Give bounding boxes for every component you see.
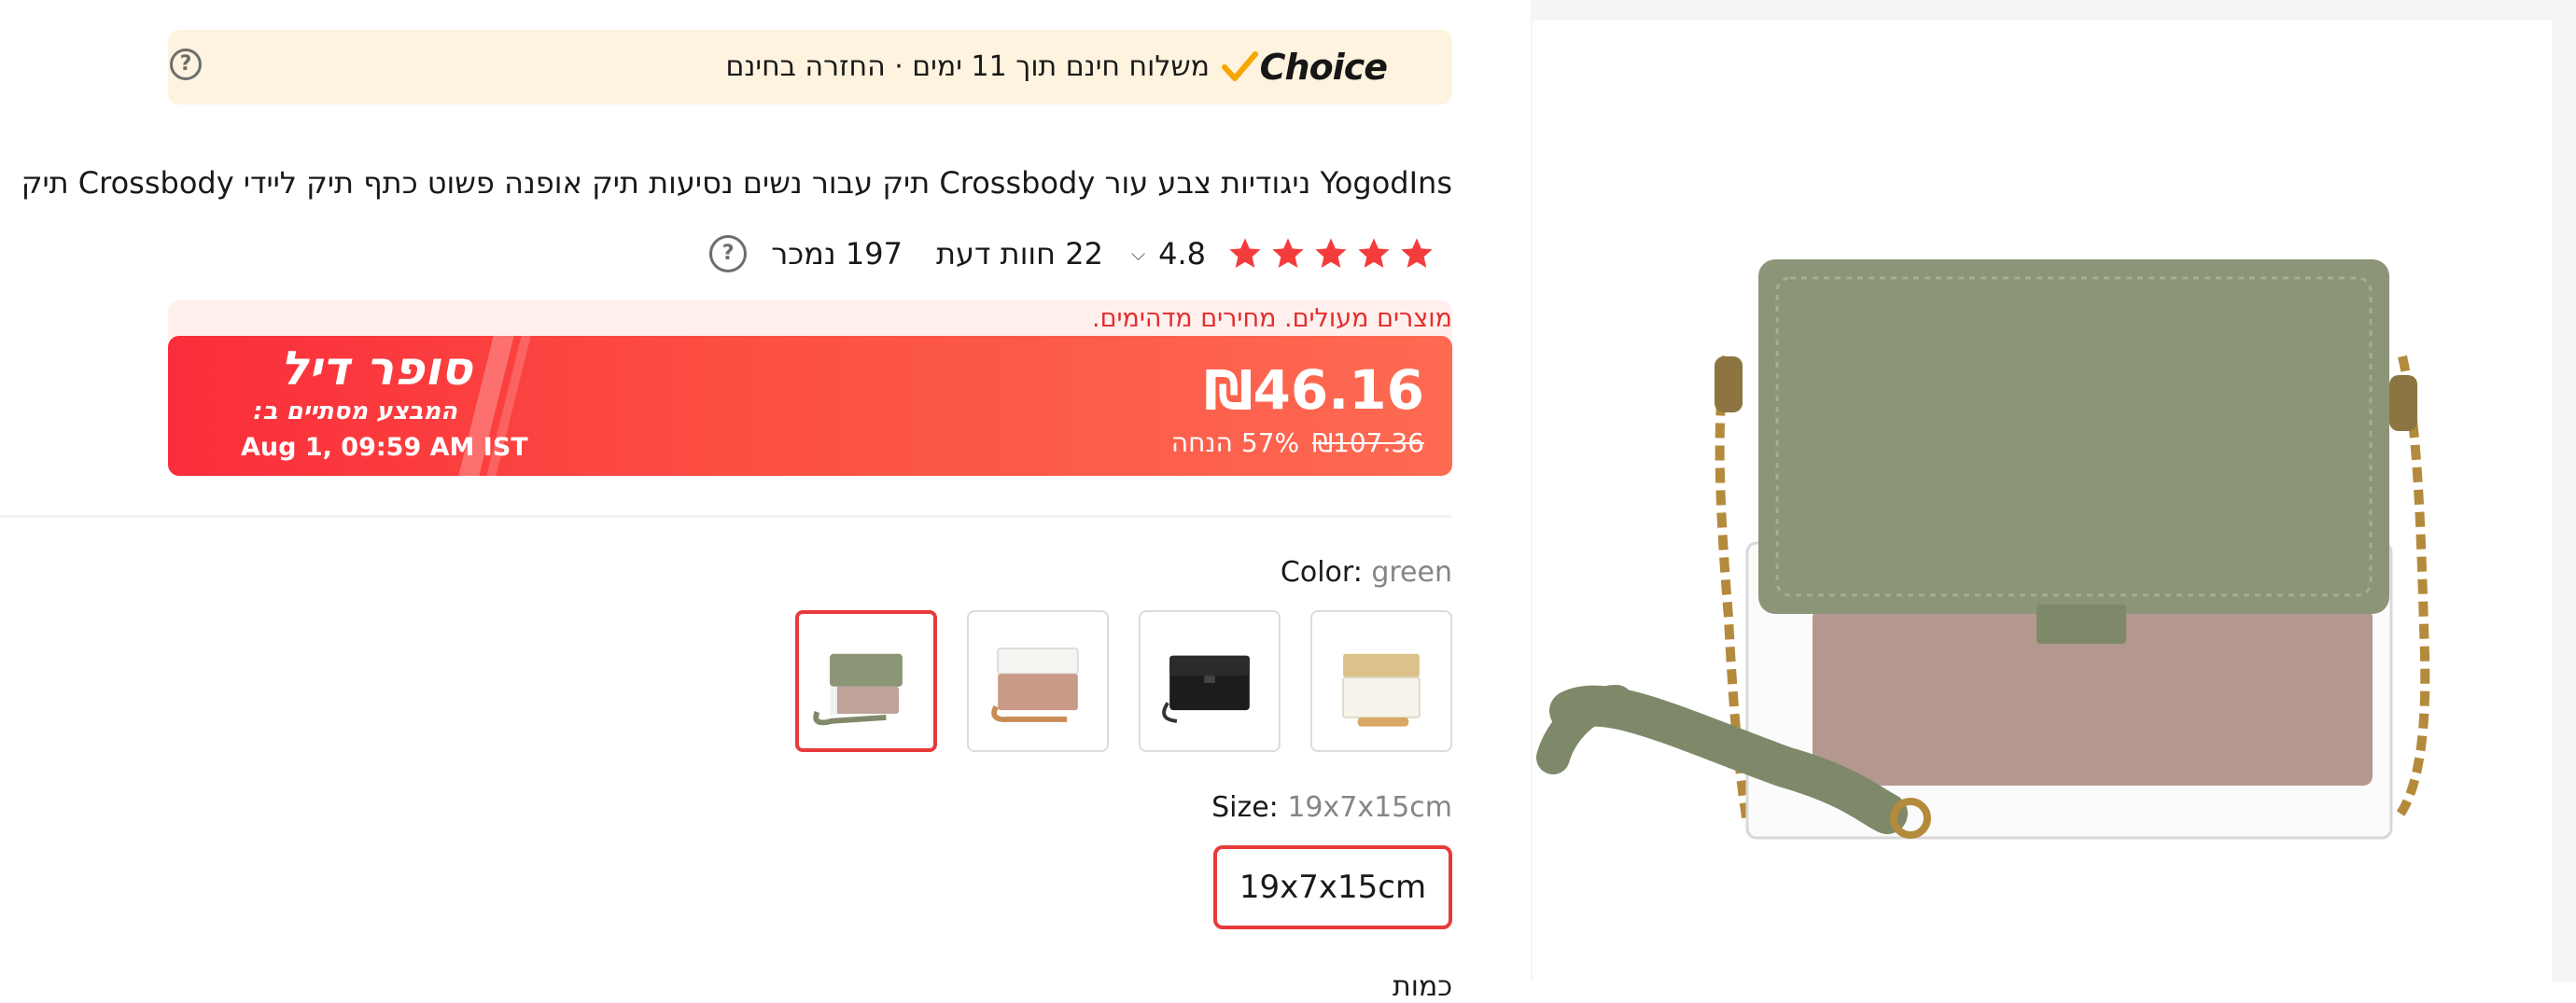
super-deal-title: סופר דיל	[280, 341, 472, 396]
size-label: Size: 19x7x15cm	[1211, 791, 1452, 824]
color-swatch-green[interactable]	[795, 610, 937, 752]
question-circle-icon[interactable]: ?	[170, 49, 202, 80]
super-deal-card: סופר דיל המבצע מסתיים ב: Aug 1, 09:59 AM…	[168, 336, 1452, 476]
chevron-down-icon[interactable]: ⌵	[1131, 243, 1145, 265]
star-icon	[1272, 238, 1304, 268]
size-selected-value: 19x7x15cm	[1287, 791, 1452, 824]
original-price: ₪107.36	[1312, 427, 1424, 458]
reviews-count-link[interactable]: 22 חוות דעת	[936, 236, 1103, 272]
rating-row: 4.8 ⌵ 22 חוות דעת 197 נמכר ?	[709, 231, 1435, 276]
rating-value: 4.8	[1158, 236, 1206, 272]
price-details: ₪107.36 57% הנחה	[1171, 427, 1424, 458]
color-swatch-beige[interactable]	[1310, 610, 1452, 752]
star-icon	[1315, 238, 1347, 268]
star-icon	[1401, 238, 1433, 268]
color-selected-value: green	[1371, 556, 1452, 589]
color-swatch-white[interactable]	[967, 610, 1109, 752]
choice-logo: Choice	[1221, 43, 1388, 91]
color-label-text: Color:	[1280, 556, 1363, 589]
star-icon	[1229, 238, 1261, 268]
green-crossbody-bag-image	[1536, 259, 2430, 840]
current-price: ₪46.16	[1204, 358, 1424, 422]
size-label-text: Size:	[1211, 791, 1279, 824]
deal-end-time: Aug 1, 09:59 AM IST	[241, 433, 528, 462]
check-icon	[1221, 51, 1258, 81]
star-icon	[1358, 238, 1390, 268]
sold-count: 197 נמכר	[771, 236, 903, 272]
color-swatch-black[interactable]	[1139, 610, 1281, 752]
color-label: Color: green	[1281, 556, 1452, 589]
rating-stars[interactable]	[1226, 235, 1435, 272]
product-title: YogodIns ניגודיות צבע עור Crossbody תיק …	[21, 165, 1452, 201]
choice-banner[interactable]: ? משלוח חינם תוך 11 ימים · החזרה בחינם C…	[168, 30, 1452, 104]
deal-ends-label: המבצע מסתיים ב:	[253, 397, 457, 425]
discount-badge: 57% הנחה	[1170, 427, 1300, 458]
choice-logo-text: Choice	[1259, 47, 1388, 88]
quantity-label: כמות	[1393, 970, 1453, 1003]
main-product-image[interactable]	[1533, 21, 2552, 982]
deal-tagline: מוצרים מעולים. מחירים מדהימים.	[1092, 304, 1452, 333]
size-option-19x7x15[interactable]: 19x7x15cm	[1213, 845, 1452, 929]
question-circle-icon[interactable]: ?	[709, 235, 748, 272]
section-divider	[0, 515, 1452, 518]
banner-shipping-text: משלוח חינם תוך 11 ימים · החזרה בחינם	[725, 50, 1210, 83]
